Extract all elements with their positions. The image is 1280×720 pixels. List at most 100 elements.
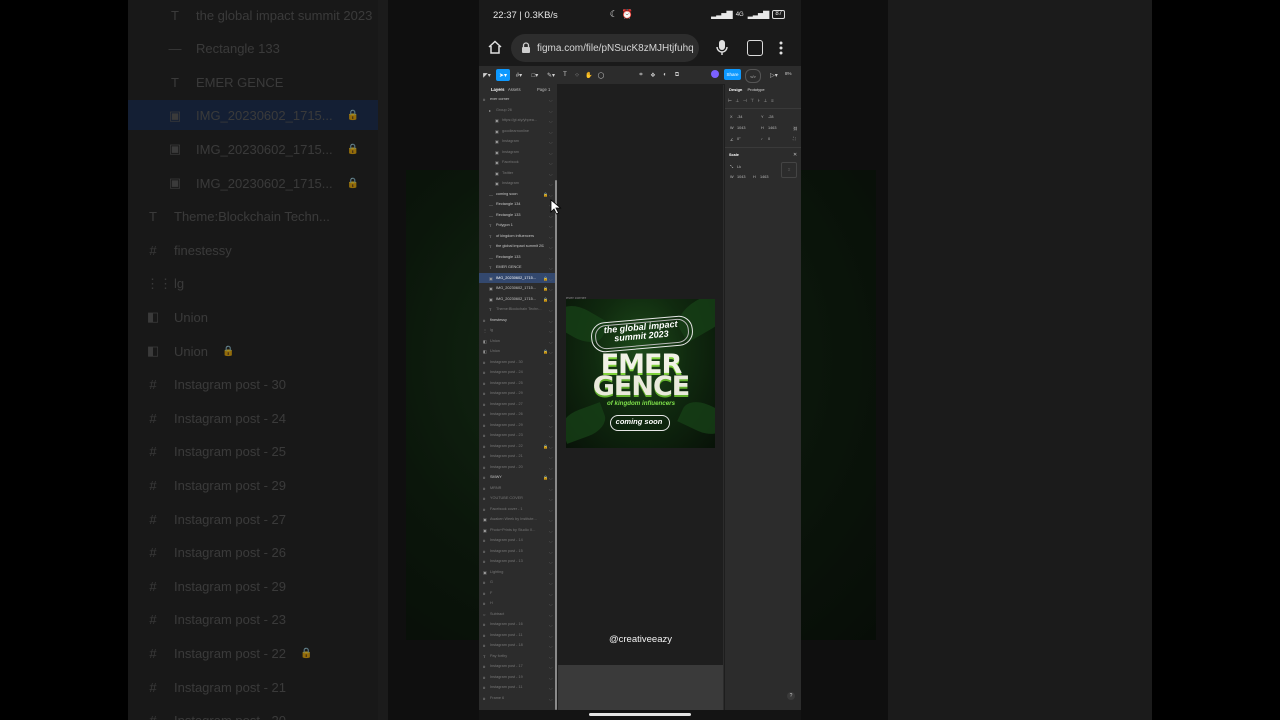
layer-row[interactable]: # Instagram post - 15 ◡ (479, 546, 557, 557)
layer-row[interactable]: # Instagram post - 22 🔒 ◡ (479, 441, 557, 452)
close-icon[interactable]: ✕ (793, 152, 797, 158)
layer-row[interactable]: ○ Subtract ◡ (479, 609, 557, 620)
layer-row[interactable]: # Instagram post - 11 ◡ (479, 630, 557, 641)
layer-row[interactable]: # Instagram post - 14 ◡ (479, 535, 557, 546)
visibility-icon[interactable]: ◡ (549, 412, 553, 417)
visibility-icon[interactable]: ◡ (549, 192, 553, 197)
layer-row[interactable]: — Rectangle 133 ◡ (479, 210, 557, 221)
layer-row[interactable]: —Rectangle 134◡ (479, 199, 557, 210)
layer-row[interactable]: # Instagram post - 26 ◡ (479, 409, 557, 420)
url-field[interactable]: figma.com/file/pNSucK8zMJHtjfuhq (511, 34, 699, 62)
lock-icon[interactable]: 🔒 (543, 192, 548, 197)
visibility-icon[interactable]: ◡ (549, 139, 553, 144)
visibility-icon[interactable]: ◡ (549, 465, 553, 470)
crop-icon[interactable]: ⌗ (637, 69, 645, 81)
visibility-icon[interactable]: ◡ (549, 108, 553, 113)
layer-row[interactable]: # Instagram post - 13 ◡ (479, 556, 557, 567)
lock-icon[interactable]: 🔒 (543, 297, 548, 302)
lock-icon[interactable]: 🔒 (543, 444, 548, 449)
y-value[interactable]: -28 (768, 115, 774, 119)
text-tool-icon[interactable]: T (561, 69, 569, 81)
visibility-icon[interactable]: ◡ (549, 402, 553, 407)
rotation-value[interactable]: 0° (737, 137, 741, 141)
visibility-icon[interactable]: ◡ (549, 517, 553, 522)
layer-row[interactable]: ◧ Union 🔒 ◡ (479, 346, 557, 357)
layer-row[interactable]: ⋮ lg ◡ (479, 325, 557, 336)
visibility-icon[interactable]: ◡ (549, 444, 553, 449)
layer-row[interactable]: Tof kingdom influencers ◡ (479, 231, 557, 242)
independent-corners-icon[interactable]: ⛶ (793, 137, 796, 141)
constrain-proportions-icon[interactable]: ⛓ (793, 126, 798, 131)
visibility-icon[interactable]: ◡ (549, 276, 553, 281)
layer-row[interactable]: ▣ Instagram ◡ (479, 147, 557, 158)
visibility-icon[interactable]: ◡ (549, 97, 553, 102)
visibility-icon[interactable]: ◡ (549, 633, 553, 638)
layer-row[interactable]: # Instagram post - 21 ◡ (479, 451, 557, 462)
layer-row[interactable]: # Instagram post - 11 ◡ (479, 682, 557, 693)
layer-row[interactable]: ▣ Photo+Prints by Studio X... ◡ (479, 525, 557, 536)
layer-row[interactable]: T EMER GENCE ◡ (479, 262, 557, 273)
visibility-icon[interactable]: ◡ (549, 328, 553, 333)
layer-row[interactable]: # YOUTUBE COVER ◡ (479, 493, 557, 504)
layer-row[interactable]: # Instagram post - 25 ◡ (479, 378, 557, 389)
visibility-icon[interactable]: ◡ (549, 171, 553, 176)
component-icon[interactable]: ❖ (649, 69, 657, 81)
layer-row[interactable]: # H ◡ (479, 598, 557, 609)
anchor-grid-icon[interactable]: ⁙ (781, 162, 797, 178)
visibility-icon[interactable]: ◡ (549, 496, 553, 501)
layer-row[interactable]: ▣ https://gt.sty/yhpea... ◡ (479, 115, 557, 126)
more-menu-icon[interactable] (779, 40, 783, 56)
visibility-icon[interactable]: ◡ (549, 129, 553, 134)
layer-row[interactable]: # Instagram post - 19 ◡ (479, 672, 557, 683)
radius-value[interactable]: 0 (768, 137, 770, 141)
tab-layers[interactable]: Layers (491, 87, 505, 92)
tabs-icon[interactable] (747, 40, 763, 56)
layer-row[interactable]: — Rectangle 133 ◡ (479, 252, 557, 263)
layer-row[interactable]: # Instagram post - 16 ◡ (479, 619, 557, 630)
layer-row[interactable]: ▣ Awaken Week by Institute... ◡ (479, 514, 557, 525)
layer-row[interactable]: # G ◡ (479, 577, 557, 588)
layer-row[interactable]: # F ◡ (479, 588, 557, 599)
layer-row[interactable]: # Instagram post - 18 ◡ (479, 640, 557, 651)
visibility-icon[interactable]: ◡ (549, 307, 553, 312)
microphone-icon[interactable] (715, 39, 729, 57)
visibility-icon[interactable]: ◡ (549, 591, 553, 596)
visibility-icon[interactable]: ◡ (549, 612, 553, 617)
visibility-icon[interactable]: ◡ (549, 360, 553, 365)
visibility-icon[interactable]: ◡ (549, 654, 553, 659)
layer-row[interactable]: # Instagram post - 23 ◡ (479, 430, 557, 441)
visibility-icon[interactable]: ◡ (549, 391, 553, 396)
visibility-icon[interactable]: ◡ (549, 475, 553, 480)
scale-h-value[interactable]: 1463 (760, 175, 768, 179)
dev-mode-toggle[interactable]: </> (745, 69, 761, 83)
boolean-icon[interactable]: ⧉ (673, 69, 681, 81)
help-icon[interactable]: ? (787, 692, 795, 700)
layer-row[interactable]: # Instagram post - 17 ◡ (479, 661, 557, 672)
visibility-icon[interactable]: ◡ (549, 181, 553, 186)
visibility-icon[interactable]: ◡ (549, 150, 553, 155)
layer-row[interactable]: # Instagram post - 24 ◡ (479, 367, 557, 378)
layer-row[interactable]: # ever corner ◡ (479, 94, 557, 105)
tab-prototype[interactable]: Prototype (747, 87, 764, 92)
visibility-icon[interactable]: ◡ (549, 643, 553, 648)
visibility-icon[interactable]: ◡ (549, 549, 553, 554)
layer-row[interactable]: — coming soon 🔒 ◡ (479, 189, 557, 200)
layer-row[interactable]: # Frame 6 ◡ (479, 693, 557, 704)
layer-row[interactable]: ▣ IMG_20230602_1715... 🔒 ◡ (479, 294, 557, 305)
layer-row[interactable]: ▣ Twitter ◡ (479, 168, 557, 179)
h-value[interactable]: 1463 (768, 126, 776, 130)
scale-w-value[interactable]: 1043 (737, 175, 745, 179)
resources-icon[interactable]: ⁘ (573, 69, 581, 81)
layer-row[interactable]: ▣ Lighting ◡ (479, 567, 557, 578)
layer-row[interactable]: ▣ IMG_20230602_1715... 🔒 ◡ (479, 272, 557, 283)
layer-row[interactable]: ▣ IMG_20230602_1715... 🔒 ◡ (479, 283, 557, 294)
shape-tool-icon[interactable]: □▾ (529, 69, 541, 81)
visibility-icon[interactable]: ◡ (549, 118, 553, 123)
visibility-icon[interactable]: ◡ (549, 570, 553, 575)
lock-icon[interactable]: 🔒 (543, 475, 548, 480)
visibility-icon[interactable]: ◡ (549, 528, 553, 533)
layer-row[interactable]: # SMWY 🔒 ◡ (479, 472, 557, 483)
layer-row[interactable]: # Instagram post - 29 ◡ (479, 420, 557, 431)
page-selector[interactable]: Page 1 (537, 87, 550, 92)
home-icon[interactable] (487, 39, 503, 55)
